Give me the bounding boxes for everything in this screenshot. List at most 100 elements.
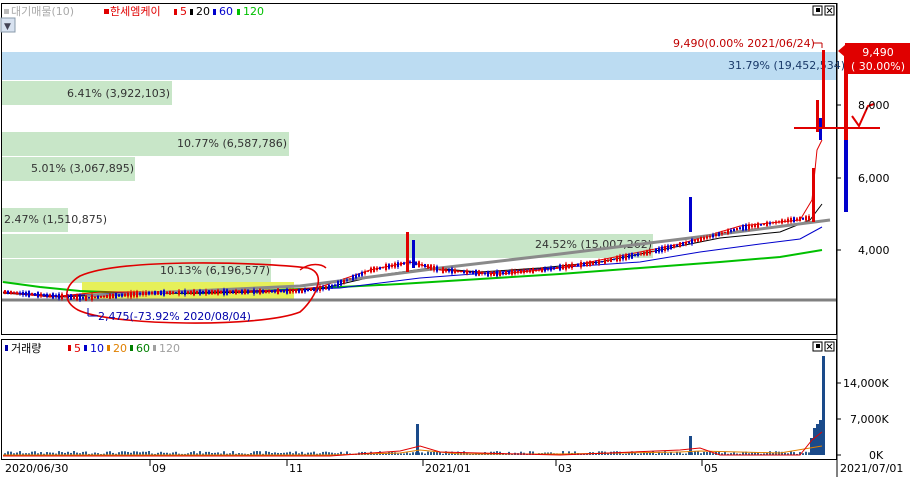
candle (121, 293, 123, 297)
volume-legend-ma-60: 60 (136, 342, 150, 355)
candle (58, 293, 60, 299)
candle (508, 271, 510, 274)
candle (730, 229, 732, 232)
volume-bar (313, 451, 315, 455)
volume-bar (448, 453, 450, 455)
volume-bar (256, 451, 258, 455)
candle (394, 262, 396, 268)
candle (193, 289, 195, 296)
candle (805, 216, 807, 221)
candle (76, 294, 78, 301)
candle (340, 279, 342, 286)
candle (490, 272, 492, 276)
legend-ma-60: 60 (219, 5, 233, 18)
candle (196, 290, 198, 294)
candle (541, 267, 543, 273)
candle (802, 217, 804, 220)
candle (367, 270, 369, 272)
candle (652, 250, 654, 253)
legend-marker (237, 9, 240, 15)
candle (163, 290, 165, 296)
volume-bar-spike (813, 428, 816, 455)
candle (37, 292, 39, 298)
candle (655, 248, 657, 254)
chart-canvas[interactable]: 31.79% (19,452,534) 6.41% (3,922,103) 10… (0, 0, 912, 477)
candle (448, 269, 450, 272)
candle (628, 254, 630, 259)
candle (214, 290, 216, 295)
stock-chart[interactable]: 31.79% (19,452,534) 6.41% (3,922,103) 10… (0, 0, 912, 477)
candle (529, 269, 531, 273)
candle (28, 291, 30, 297)
volume-profile-label: 31.79% (19,452,534) (728, 59, 845, 72)
candle (739, 227, 741, 230)
volume-bar (637, 453, 639, 455)
volume-bar (199, 451, 201, 455)
legend-marker (4, 9, 9, 14)
candle (670, 245, 672, 249)
volume-bar (640, 453, 642, 455)
candle (172, 291, 174, 294)
candle (493, 271, 495, 276)
candle (589, 260, 591, 267)
candle (181, 291, 183, 294)
candle (547, 268, 549, 270)
volume-bar (148, 451, 150, 455)
candle (124, 293, 126, 297)
legend-ma-5: 5 (180, 5, 187, 18)
candle (772, 222, 774, 224)
candle (661, 246, 663, 252)
candle (271, 290, 273, 293)
candle (568, 264, 570, 269)
candle (754, 224, 756, 228)
volume-bar-spike (822, 356, 825, 455)
candle (601, 261, 603, 263)
volume-bar (223, 451, 225, 455)
candle (793, 217, 795, 223)
candle (346, 279, 348, 281)
candle (280, 290, 282, 293)
volume-legend-ma-20: 20 (113, 342, 127, 355)
legend-marker (68, 345, 71, 351)
candle (88, 297, 90, 299)
candle (421, 264, 423, 266)
candle (688, 241, 690, 244)
candle (292, 289, 294, 293)
candle (583, 262, 585, 267)
price-legend: 대기매물(10) 한세엠케이 5 20 60 120 (4, 5, 264, 18)
candle (46, 293, 48, 297)
volume-bar (325, 451, 327, 455)
candle (610, 257, 612, 263)
candle (79, 295, 81, 301)
candle (256, 291, 258, 293)
candle (742, 225, 744, 231)
candle (301, 288, 303, 294)
candle (436, 266, 438, 272)
candle (697, 238, 699, 242)
candle (550, 266, 552, 271)
candle (265, 290, 267, 293)
candle (808, 216, 810, 220)
candle (373, 266, 375, 273)
candle (241, 290, 243, 294)
candle (781, 219, 783, 224)
candle (211, 290, 213, 295)
volume-bar (685, 453, 687, 455)
candle (178, 290, 180, 295)
candle (598, 260, 600, 264)
candle (190, 290, 192, 295)
candle (289, 288, 291, 294)
candle (511, 269, 513, 275)
candle (40, 293, 42, 297)
candle (724, 231, 726, 234)
candle (352, 274, 354, 281)
candle (61, 293, 63, 300)
candle (403, 262, 405, 265)
candle (622, 255, 624, 260)
volume-profile-label: 10.13% (6,196,577) (160, 264, 270, 277)
volume-bar (253, 451, 255, 455)
candle (676, 244, 678, 247)
volume-bar (124, 451, 126, 455)
candle (526, 269, 528, 273)
volume-bar (19, 451, 21, 455)
